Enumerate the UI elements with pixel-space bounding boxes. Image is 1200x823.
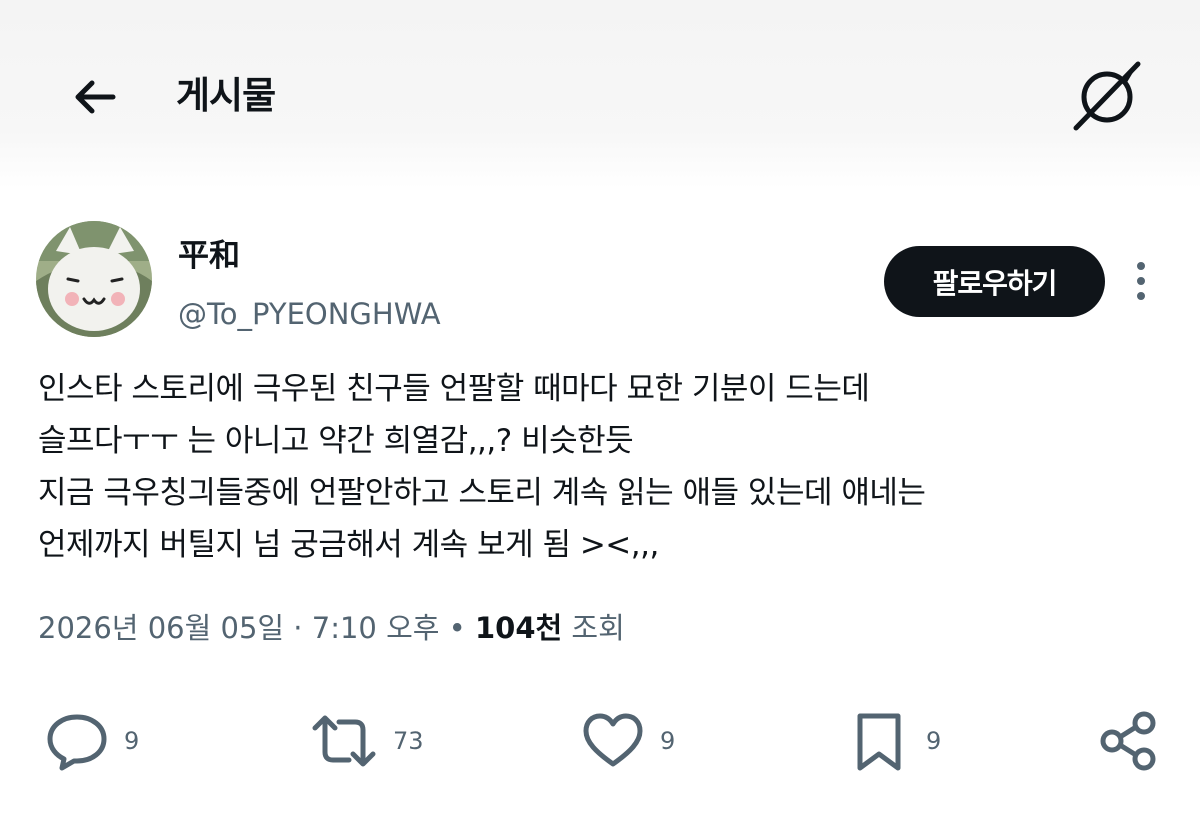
arrow-left-icon [75,80,116,114]
bookmark-count: 9 [926,727,942,755]
avatar-cat-image [36,221,152,337]
retweet-icon [312,715,376,767]
share-button[interactable] [1096,708,1162,774]
grok-button[interactable] [1068,58,1146,136]
follow-button[interactable]: 팔로우하기 [884,246,1105,317]
post-date[interactable]: 2026년 06월 05일 [38,611,284,645]
share-icon [1100,711,1156,771]
action-bar: 9 73 9 9 [0,708,1200,774]
meta-separator: • [439,611,475,645]
tweet-line: 지금 극우칭긔들중에 언팔안하고 스토리 계속 읽는 애들 있는데 얘네는 [38,475,926,511]
reply-icon [47,714,107,771]
tweet-meta: 2026년 06월 05일 · 7:10 오후 • 104천 조회 [38,604,625,652]
views-count[interactable]: 104천 [475,611,562,645]
display-name[interactable]: 平和 [178,234,240,278]
avatar[interactable] [36,221,152,337]
reply-count: 9 [124,727,140,755]
tweet-line: 언제까지 버틸지 넘 궁금해서 계속 보게 됨 ><,,, [38,527,659,563]
retweet-count: 73 [393,727,424,755]
more-vertical-icon [1137,262,1145,300]
back-button[interactable] [66,68,124,126]
like-count: 9 [660,727,676,755]
page-title: 게시물 [176,74,276,117]
more-options-button[interactable] [1124,256,1158,306]
like-button[interactable]: 9 [580,708,675,774]
reply-button[interactable]: 9 [44,708,139,774]
tweet-line: 슬프다ㅜㅜ 는 아니고 약간 희열감,,,? 비슷한듯 [38,423,634,459]
top-bar: 게시물 [0,0,1200,188]
post-time[interactable]: 7:10 오후 [312,611,440,645]
heart-icon [583,713,643,767]
tweet-text: 인스타 스토리에 극우된 친구들 언팔할 때마다 묘한 기분이 드는데 슬프다ㅜ… [38,363,1178,571]
views-label: 조회 [562,611,625,645]
retweet-button[interactable]: 73 [309,708,424,774]
grok-icon [1073,61,1141,131]
user-handle[interactable]: @To_PYEONGHWA [178,292,441,336]
bookmark-button[interactable]: 9 [846,708,941,774]
bookmark-icon [857,713,901,771]
tweet-line: 인스타 스토리에 극우된 친구들 언팔할 때마다 묘한 기분이 드는데 [38,371,870,407]
meta-separator: · [284,611,312,645]
